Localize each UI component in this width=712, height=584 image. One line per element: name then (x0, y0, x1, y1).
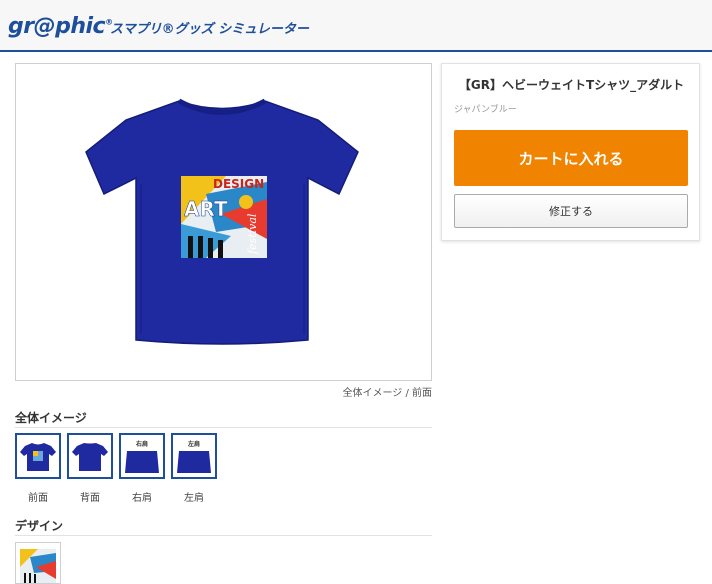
design-thumbnail[interactable] (15, 542, 61, 584)
thumb-label-left: 左肩 (184, 493, 204, 504)
section-divider (15, 427, 432, 428)
thumb-left-shoulder[interactable]: 左肩 (171, 433, 217, 479)
thumb-right-shoulder[interactable]: 右肩 (119, 433, 165, 479)
product-title: 【GR】ヘビーウェイトTシャツ_アダルト (458, 78, 685, 92)
print-text-design: DESIGN (213, 177, 264, 191)
tshirt-front-image: DESIGN ART festival (85, 98, 359, 345)
app-header: gr@phic® スマプリ®グッズ シミュレーター (0, 0, 712, 52)
edit-button[interactable]: 修正する (454, 194, 688, 228)
thumb-tag-right: 右肩 (135, 441, 148, 448)
thumb-label-back: 背面 (80, 493, 100, 504)
design-heading: デザイン (15, 519, 64, 533)
product-panel: 【GR】ヘビーウェイトTシャツ_アダルト ジャパンブルー カートに入れる 修正す… (441, 63, 700, 241)
overall-image-heading: 全体イメージ (15, 411, 87, 425)
thumb-back[interactable] (67, 433, 113, 479)
print-design: DESIGN ART festival (181, 176, 267, 258)
graphic-logo[interactable]: gr@phic® (8, 14, 113, 39)
print-text-art: ART (184, 197, 228, 221)
tshirt-back-icon (72, 443, 108, 471)
thumb-tag-left: 左肩 (187, 441, 200, 448)
tshirt-front-icon (20, 443, 56, 471)
tshirt-preview: DESIGN ART festival (15, 63, 432, 381)
design-preview-icon (20, 549, 56, 583)
thumb-front[interactable] (15, 433, 61, 479)
thumb-label-right: 右肩 (132, 493, 152, 504)
app-subtitle: スマプリ®グッズ シミュレーター (110, 22, 309, 37)
thumb-label-front: 前面 (28, 493, 48, 504)
add-to-cart-button[interactable]: カートに入れる (454, 130, 688, 186)
section-divider (15, 535, 432, 536)
print-text-festival: festival (246, 213, 259, 255)
product-color: ジャパンブルー (454, 105, 517, 115)
preview-caption: 全体イメージ / 前面 (342, 388, 432, 399)
